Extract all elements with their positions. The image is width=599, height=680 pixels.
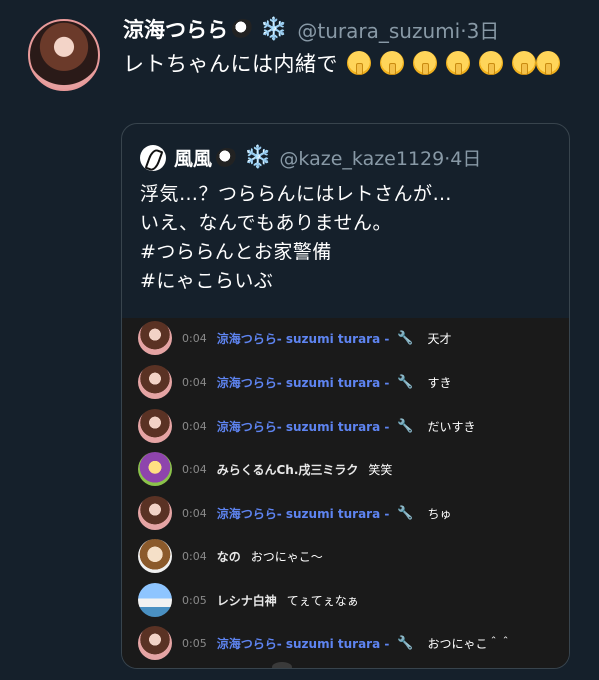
author-name[interactable]: 涼海つらら [123,14,228,44]
chat-timestamp: 0:05 [182,593,207,607]
quoted-tweet[interactable]: 風風 ❄️ @kaze_kaze1129·4日 浮気…？つららんにはレトさんが…… [121,123,570,669]
chat-timestamp: 0:04 [182,462,207,476]
penguin-icon [216,147,239,168]
partial-avatar [272,662,292,668]
chat-text: おつにゃこ＾＾ [427,636,512,651]
chat-timestamp: 0:05 [182,636,207,650]
quote-author-avatar[interactable] [140,144,166,171]
chat-timestamp: 0:04 [182,506,207,520]
shushing-face-icon [380,51,404,75]
chat-text: 天才 [427,331,452,346]
penguin-icon [232,19,254,39]
chat-avatar [138,409,172,443]
chat-message: 0:04 なの おつにゃこ～ [138,538,323,574]
snowflake-icon: ❄️ [244,145,272,170]
wrench-icon: 🔧 [397,330,414,346]
wrench-icon: 🔧 [397,374,414,390]
shushing-face-icon [512,51,536,75]
chat-timestamp: 0:04 [182,549,207,563]
chat-author: みらくるんCh.戌三ミラク [216,462,359,477]
shushing-face-icon [446,51,470,75]
chat-author: 涼海つらら- suzumi turara - [216,375,390,390]
chat-message: 0:04 涼海つらら- suzumi turara - 🔧 だいすき [138,408,476,444]
snowflake-icon: ❄️ [260,16,288,42]
shushing-face-icon [536,51,560,75]
quote-author-name[interactable]: 風風 [174,144,212,171]
chat-author: 涼海つらら- suzumi turara - [216,506,390,521]
shushing-face-icon [347,51,371,75]
chat-avatar [138,452,172,486]
chat-author: 涼海つらら- suzumi turara - [216,331,390,346]
quote-author-handle[interactable]: @kaze_kaze1129·4日 [279,144,481,171]
shushing-face-icon [479,51,503,75]
chat-text: 笑笑 [368,462,393,477]
chat-author: なの [216,549,241,564]
quote-text: 浮気…？つららんにはレトさんが… いえ、なんでもありません。 #つららんとお家警… [140,180,560,296]
chat-text: てぇてぇなぁ [286,593,359,608]
live-chat-image: 0:04 涼海つらら- suzumi turara - 🔧 天才 0:04 涼海つらら- … [122,318,569,668]
shushing-face-icon [413,51,437,75]
chat-avatar [138,583,172,617]
chat-avatar [138,626,172,660]
chat-message: 0:05 レシナ白神 てぇてぇなぁ [138,582,359,618]
quote-line: いえ、なんでもありません。 [140,212,392,234]
chat-text: すき [427,375,452,390]
tweet-text: レトちゃんには内緒で [123,48,573,81]
chat-avatar [138,365,172,399]
hashtag-link[interactable]: #つららんとお家警備 [140,238,560,267]
chat-message: 0:05 涼海つらら- suzumi turara - 🔧 おつにゃこ＾＾ [138,625,512,661]
wrench-icon: 🔧 [397,635,414,651]
chat-avatar [138,496,172,530]
chat-timestamp: 0:04 [182,375,207,389]
wrench-icon: 🔧 [397,505,414,521]
chat-timestamp: 0:04 [182,331,207,345]
chat-avatar [138,321,172,355]
chat-author: 涼海つらら- suzumi turara - [216,419,390,434]
chat-message: 0:04 涼海つらら- suzumi turara - 🔧 ちゅ [138,495,452,531]
chat-message: 0:04 みらくるんCh.戌三ミラク 笑笑 [138,451,392,487]
chat-author: レシナ白神 [216,593,277,608]
tweet-header: 涼海つらら ❄️ @turara_suzumi·3日 [123,14,499,44]
chat-text: ちゅ [427,506,452,521]
chat-message: 0:04 涼海つらら- suzumi turara - 🔧 すき [138,364,452,400]
chat-text: だいすき [427,419,476,434]
quote-line: 浮気…？つららんにはレトさんが… [140,183,453,205]
chat-author: 涼海つらら- suzumi turara - [216,636,390,651]
quote-header: 風風 ❄️ @kaze_kaze1129·4日 [140,144,481,171]
chat-timestamp: 0:04 [182,419,207,433]
chat-avatar [138,539,172,573]
author-handle[interactable]: @turara_suzumi·3日 [297,15,499,44]
author-avatar[interactable] [28,19,100,91]
wrench-icon: 🔧 [397,418,414,434]
hashtag-link[interactable]: #にゃこらいぶ [140,267,560,296]
chat-text: おつにゃこ～ [250,549,323,564]
chat-message: 0:04 涼海つらら- suzumi turara - 🔧 天才 [138,320,452,356]
